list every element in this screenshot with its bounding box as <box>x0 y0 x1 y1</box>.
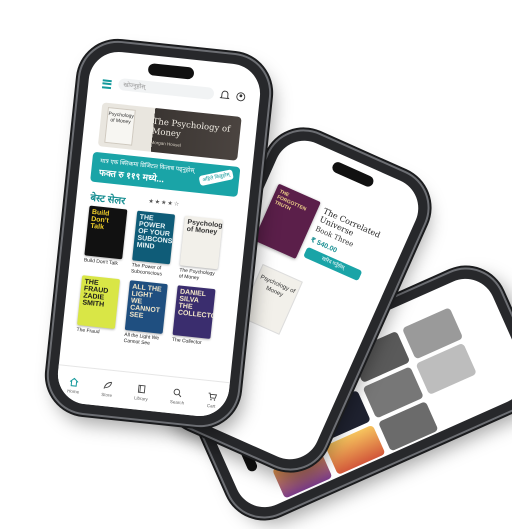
nav-cart[interactable]: Cart <box>206 390 218 408</box>
book-caption: The Power of Subconscious <box>130 262 163 278</box>
nav-label: Search <box>169 398 185 406</box>
promo-badge[interactable]: अहिले किन्नुहोस् <box>198 169 234 187</box>
banner-author: Morgan Housel <box>150 139 182 148</box>
dynamic-island <box>330 160 376 189</box>
dynamic-island <box>147 62 195 80</box>
bottom-nav: Home Store Library Search Cart <box>54 364 230 420</box>
book-cover-text: Build Don't Talk <box>90 208 110 232</box>
home-icon <box>69 377 79 387</box>
book-cover[interactable]: DANIEL SILVA THE COLLECTOR <box>172 285 216 339</box>
section-title: बेस्ट सेलर <box>89 192 126 208</box>
book-cover-text: THE POWER OF YOUR SUBCONSCIOUS MIND <box>136 213 176 251</box>
book-cover-text: DANIEL SILVA THE COLLECTOR <box>177 288 216 321</box>
book-cover-text: THE FORGOTTEN TRUTH <box>273 188 308 213</box>
cart-icon <box>208 392 218 401</box>
search-input[interactable]: खोज्नुहोस् <box>117 77 215 100</box>
bell-icon[interactable] <box>219 90 230 101</box>
book-cover[interactable]: Build Don't Talk <box>84 205 128 260</box>
nav-label: Store <box>101 391 113 398</box>
nav-store[interactable]: Store <box>101 379 113 397</box>
book-icon <box>138 384 146 393</box>
nav-label: Cart <box>206 402 216 409</box>
front-phone: खोज्नुहोस् Psychology of Money The Psych… <box>45 39 273 429</box>
book-cover-text: THE FRAUD ZADIE SMITH <box>82 278 109 309</box>
book-cover[interactable]: Psychology of Money <box>179 215 223 270</box>
nav-label: Home <box>67 387 80 395</box>
profile-icon[interactable] <box>235 91 246 102</box>
book-caption: All the Light We Cannot See <box>123 331 160 347</box>
feather-icon <box>103 381 112 389</box>
nav-label: Library <box>133 394 149 402</box>
search-icon <box>174 388 182 397</box>
book-caption: The Psychology of Money <box>178 267 216 282</box>
nav-library[interactable]: Library <box>134 383 149 401</box>
banner-cover-text: Psychology of Money <box>108 111 135 126</box>
rating-stars: ★★★★☆ <box>148 198 181 209</box>
nav-search[interactable]: Search <box>170 387 186 405</box>
nav-home[interactable]: Home <box>67 376 81 394</box>
top-bar: खोज्नुहोस् <box>101 74 247 105</box>
book-cover[interactable]: ALL THE LIGHT WE CANNOT SEE <box>124 280 168 334</box>
banner-book-cover: Psychology of Money <box>104 106 136 146</box>
featured-banner[interactable]: Psychology of Money The Psychology of Mo… <box>97 102 242 161</box>
book-cover-text: ALL THE LIGHT WE CANNOT SEE <box>129 283 162 320</box>
menu-icon[interactable] <box>101 77 113 89</box>
front-phone-screen: खोज्नुहोस् Psychology of Money The Psych… <box>54 48 264 420</box>
book-cover[interactable]: THE POWER OF YOUR SUBCONSCIOUS MIND <box>132 210 176 265</box>
book-cover-text: Psychology of Money <box>186 218 223 237</box>
bestseller-grid: Build Don't Talk Build Don't Talk THE POWE… <box>76 49 263 347</box>
book-cover[interactable]: THE FRAUD ZADIE SMITH <box>77 275 121 329</box>
